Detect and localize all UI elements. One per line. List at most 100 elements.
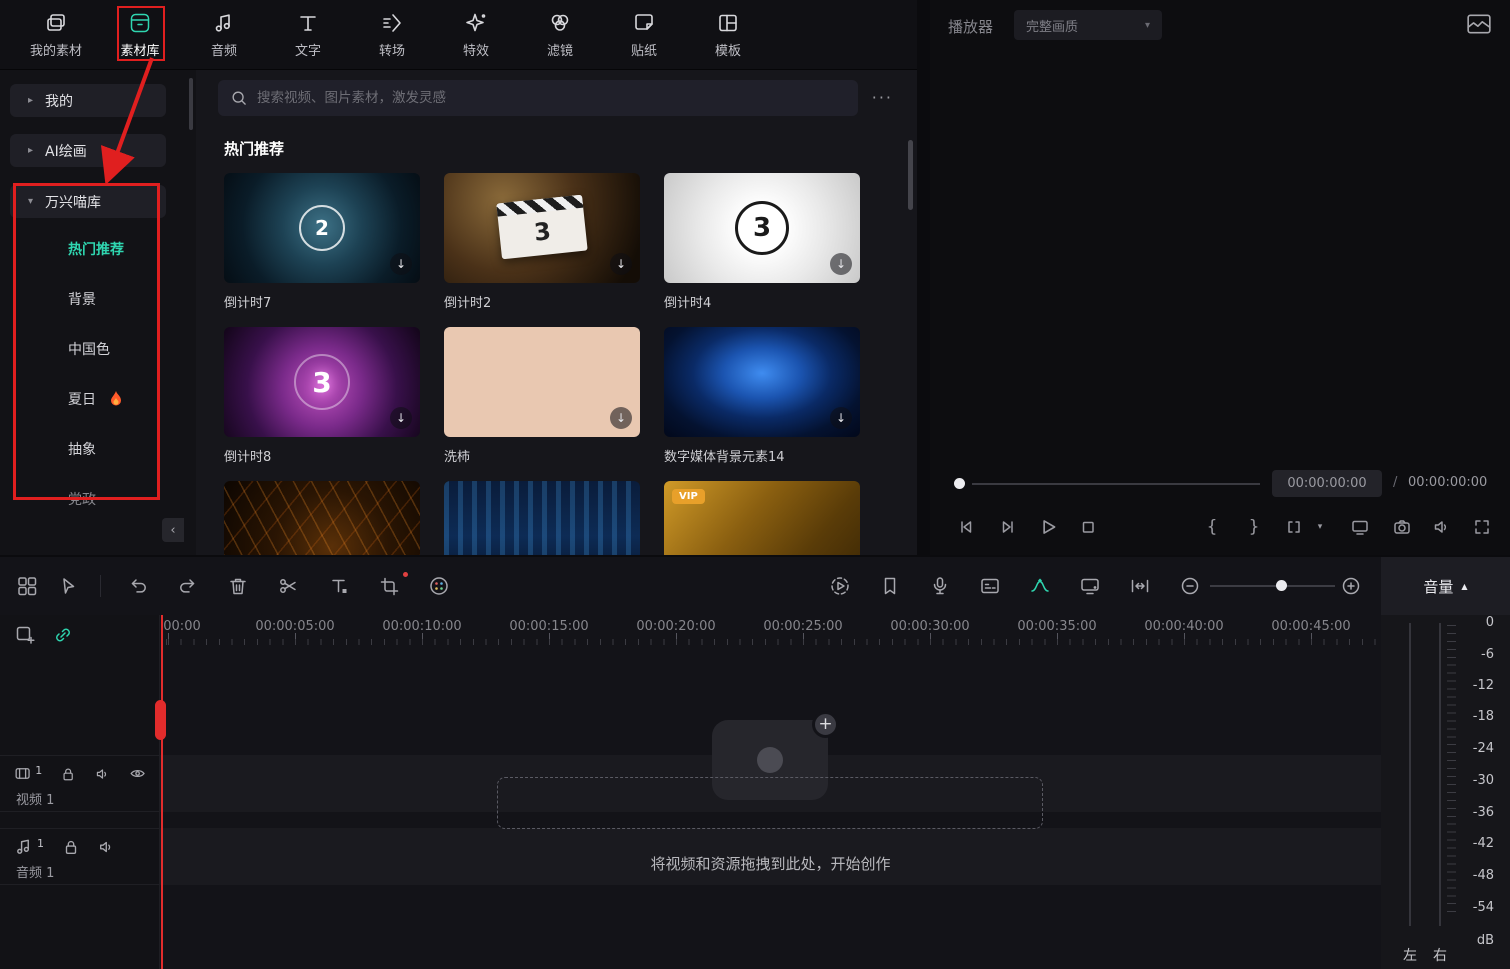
render-preview-icon[interactable] <box>829 575 851 597</box>
quality-dropdown[interactable]: 完整画质 ▾ <box>1014 10 1162 40</box>
mark-in-button[interactable]: { <box>1200 515 1224 539</box>
preview-background-icon[interactable] <box>1466 13 1492 35</box>
zoom-slider-track[interactable] <box>1210 585 1335 587</box>
split-scissors-icon[interactable] <box>277 575 299 597</box>
video-track-header[interactable]: 1 视频 1 <box>0 755 160 812</box>
undo-icon[interactable] <box>128 575 150 597</box>
in-out-range-button[interactable] <box>1282 515 1306 539</box>
sidebar-item-party-gov[interactable]: 党政 <box>0 474 196 524</box>
sidebar-item-summer[interactable]: 夏日 <box>0 374 196 424</box>
sidebar-scrollbar[interactable] <box>189 78 193 130</box>
time-separator: / <box>1393 475 1397 490</box>
sidebar-group-stock-library[interactable]: ▾ 万兴喵库 <box>10 185 166 218</box>
search-input[interactable] <box>257 90 846 106</box>
media-item[interactable] <box>224 481 420 555</box>
tab-label: 音频 <box>211 40 237 59</box>
scrubber-handle[interactable] <box>954 478 965 489</box>
download-icon[interactable]: ↓ <box>610 407 632 429</box>
tab-audio[interactable]: 音频 <box>182 4 266 66</box>
media-item[interactable]: ↓ 数字媒体背景元素14 <box>664 327 860 463</box>
mark-out-button[interactable]: } <box>1242 515 1266 539</box>
select-cursor-icon[interactable] <box>58 576 78 596</box>
zoom-out-icon[interactable] <box>1179 575 1201 597</box>
media-item[interactable]: 3 ↓ 倒计时2 <box>444 173 640 309</box>
next-frame-button[interactable] <box>996 515 1020 539</box>
display-device-button[interactable] <box>1348 515 1372 539</box>
tab-stickers[interactable]: 贴纸 <box>602 4 686 66</box>
delete-icon[interactable] <box>227 575 249 597</box>
crop-icon[interactable] <box>378 575 400 597</box>
quick-text-icon[interactable] <box>328 575 350 597</box>
volume-panel-toggle[interactable]: 音量 ▲ <box>1381 557 1510 615</box>
scrubber-track[interactable] <box>972 483 1260 485</box>
play-button[interactable] <box>1036 515 1060 539</box>
zoom-in-icon[interactable] <box>1340 575 1362 597</box>
media-dropzone[interactable] <box>497 777 1043 829</box>
media-item[interactable]: ↓ 洗柿 <box>444 327 640 463</box>
download-icon[interactable]: ↓ <box>830 253 852 275</box>
fullscreen-button[interactable] <box>1470 515 1494 539</box>
speaker-icon[interactable] <box>98 838 116 856</box>
sidebar-item-hot-recommend[interactable]: 热门推荐 <box>0 224 196 274</box>
download-icon[interactable]: ↓ <box>390 407 412 429</box>
sidebar-group-ai-painting[interactable]: ▸ AI绘画 <box>10 134 166 167</box>
color-palette-icon[interactable] <box>428 575 450 597</box>
media-item[interactable]: 3 ↓ 倒计时8 <box>224 327 420 463</box>
countdown-number: 3 <box>294 354 350 410</box>
zoom-slider-handle[interactable] <box>1276 580 1287 591</box>
tab-my-media[interactable]: 我的素材 <box>14 4 98 66</box>
sidebar-collapse-button[interactable]: ‹ <box>162 518 184 542</box>
sidebar-item-background[interactable]: 背景 <box>0 274 196 324</box>
keyframe-curve-icon[interactable] <box>1029 575 1051 597</box>
media-item[interactable] <box>444 481 640 555</box>
download-icon[interactable]: ↓ <box>830 407 852 429</box>
redo-icon[interactable] <box>176 575 198 597</box>
sidebar-item-abstract[interactable]: 抽象 <box>0 424 196 474</box>
track-count-badge: 1 <box>35 764 42 777</box>
tab-filters[interactable]: 滤镜 <box>518 4 602 66</box>
more-options-icon[interactable]: ··· <box>872 88 893 107</box>
tab-stock-media[interactable]: 素材库 <box>98 4 182 66</box>
filters-icon <box>548 11 572 35</box>
fit-timeline-icon[interactable] <box>1129 575 1151 597</box>
audio-track-header[interactable]: 1 音频 1 <box>0 828 160 885</box>
search-bar[interactable] <box>218 80 858 116</box>
dropzone-hint-text: 将视频和资源拖拽到此处，开始创作 <box>160 853 1381 874</box>
snapshot-camera-button[interactable] <box>1390 515 1414 539</box>
eye-icon[interactable] <box>129 764 146 783</box>
tab-transition[interactable]: 转场 <box>350 4 434 66</box>
ruler-label: 00:00:10:00 <box>382 619 461 634</box>
lock-icon[interactable] <box>62 838 80 856</box>
track-name: 视频 1 <box>0 783 160 808</box>
track-manager-icon[interactable] <box>16 575 38 597</box>
lock-icon[interactable] <box>60 765 76 783</box>
tab-text[interactable]: 文字 <box>266 4 350 66</box>
download-icon[interactable]: ↓ <box>390 253 412 275</box>
mute-speaker-button[interactable] <box>1430 515 1454 539</box>
sidebar-item-chinese-color[interactable]: 中国色 <box>0 324 196 374</box>
auto-ripple-link-icon[interactable] <box>52 624 74 646</box>
chevron-down-icon: ▾ <box>1145 20 1150 31</box>
volume-slider-left[interactable] <box>1409 623 1411 926</box>
add-media-to-track-icon[interactable] <box>14 624 36 646</box>
chevron-down-icon[interactable]: ▾ <box>1308 515 1332 539</box>
sidebar-group-mine[interactable]: ▸ 我的 <box>10 84 166 117</box>
stop-button[interactable] <box>1076 515 1100 539</box>
tab-effects[interactable]: 特效 <box>434 4 518 66</box>
download-icon[interactable]: ↓ <box>610 253 632 275</box>
subtitle-icon[interactable] <box>979 575 1001 597</box>
tab-templates[interactable]: 模板 <box>686 4 770 66</box>
media-item[interactable]: VIP <box>664 481 860 555</box>
voiceover-mic-icon[interactable] <box>929 575 951 597</box>
media-item[interactable]: 2 ↓ 倒计时7 <box>224 173 420 309</box>
ruler-label: 00:00:05:00 <box>255 619 334 634</box>
marker-icon[interactable] <box>879 575 901 597</box>
media-item[interactable]: 3 ↓ 倒计时4 <box>664 173 860 309</box>
volume-slider-right[interactable] <box>1439 623 1441 926</box>
previous-frame-button[interactable] <box>954 515 978 539</box>
playhead-handle[interactable] <box>155 700 166 740</box>
playhead-line[interactable] <box>161 615 163 969</box>
media-scrollbar[interactable] <box>908 140 913 210</box>
speaker-icon[interactable] <box>95 765 111 783</box>
screen-record-icon[interactable] <box>1079 575 1101 597</box>
